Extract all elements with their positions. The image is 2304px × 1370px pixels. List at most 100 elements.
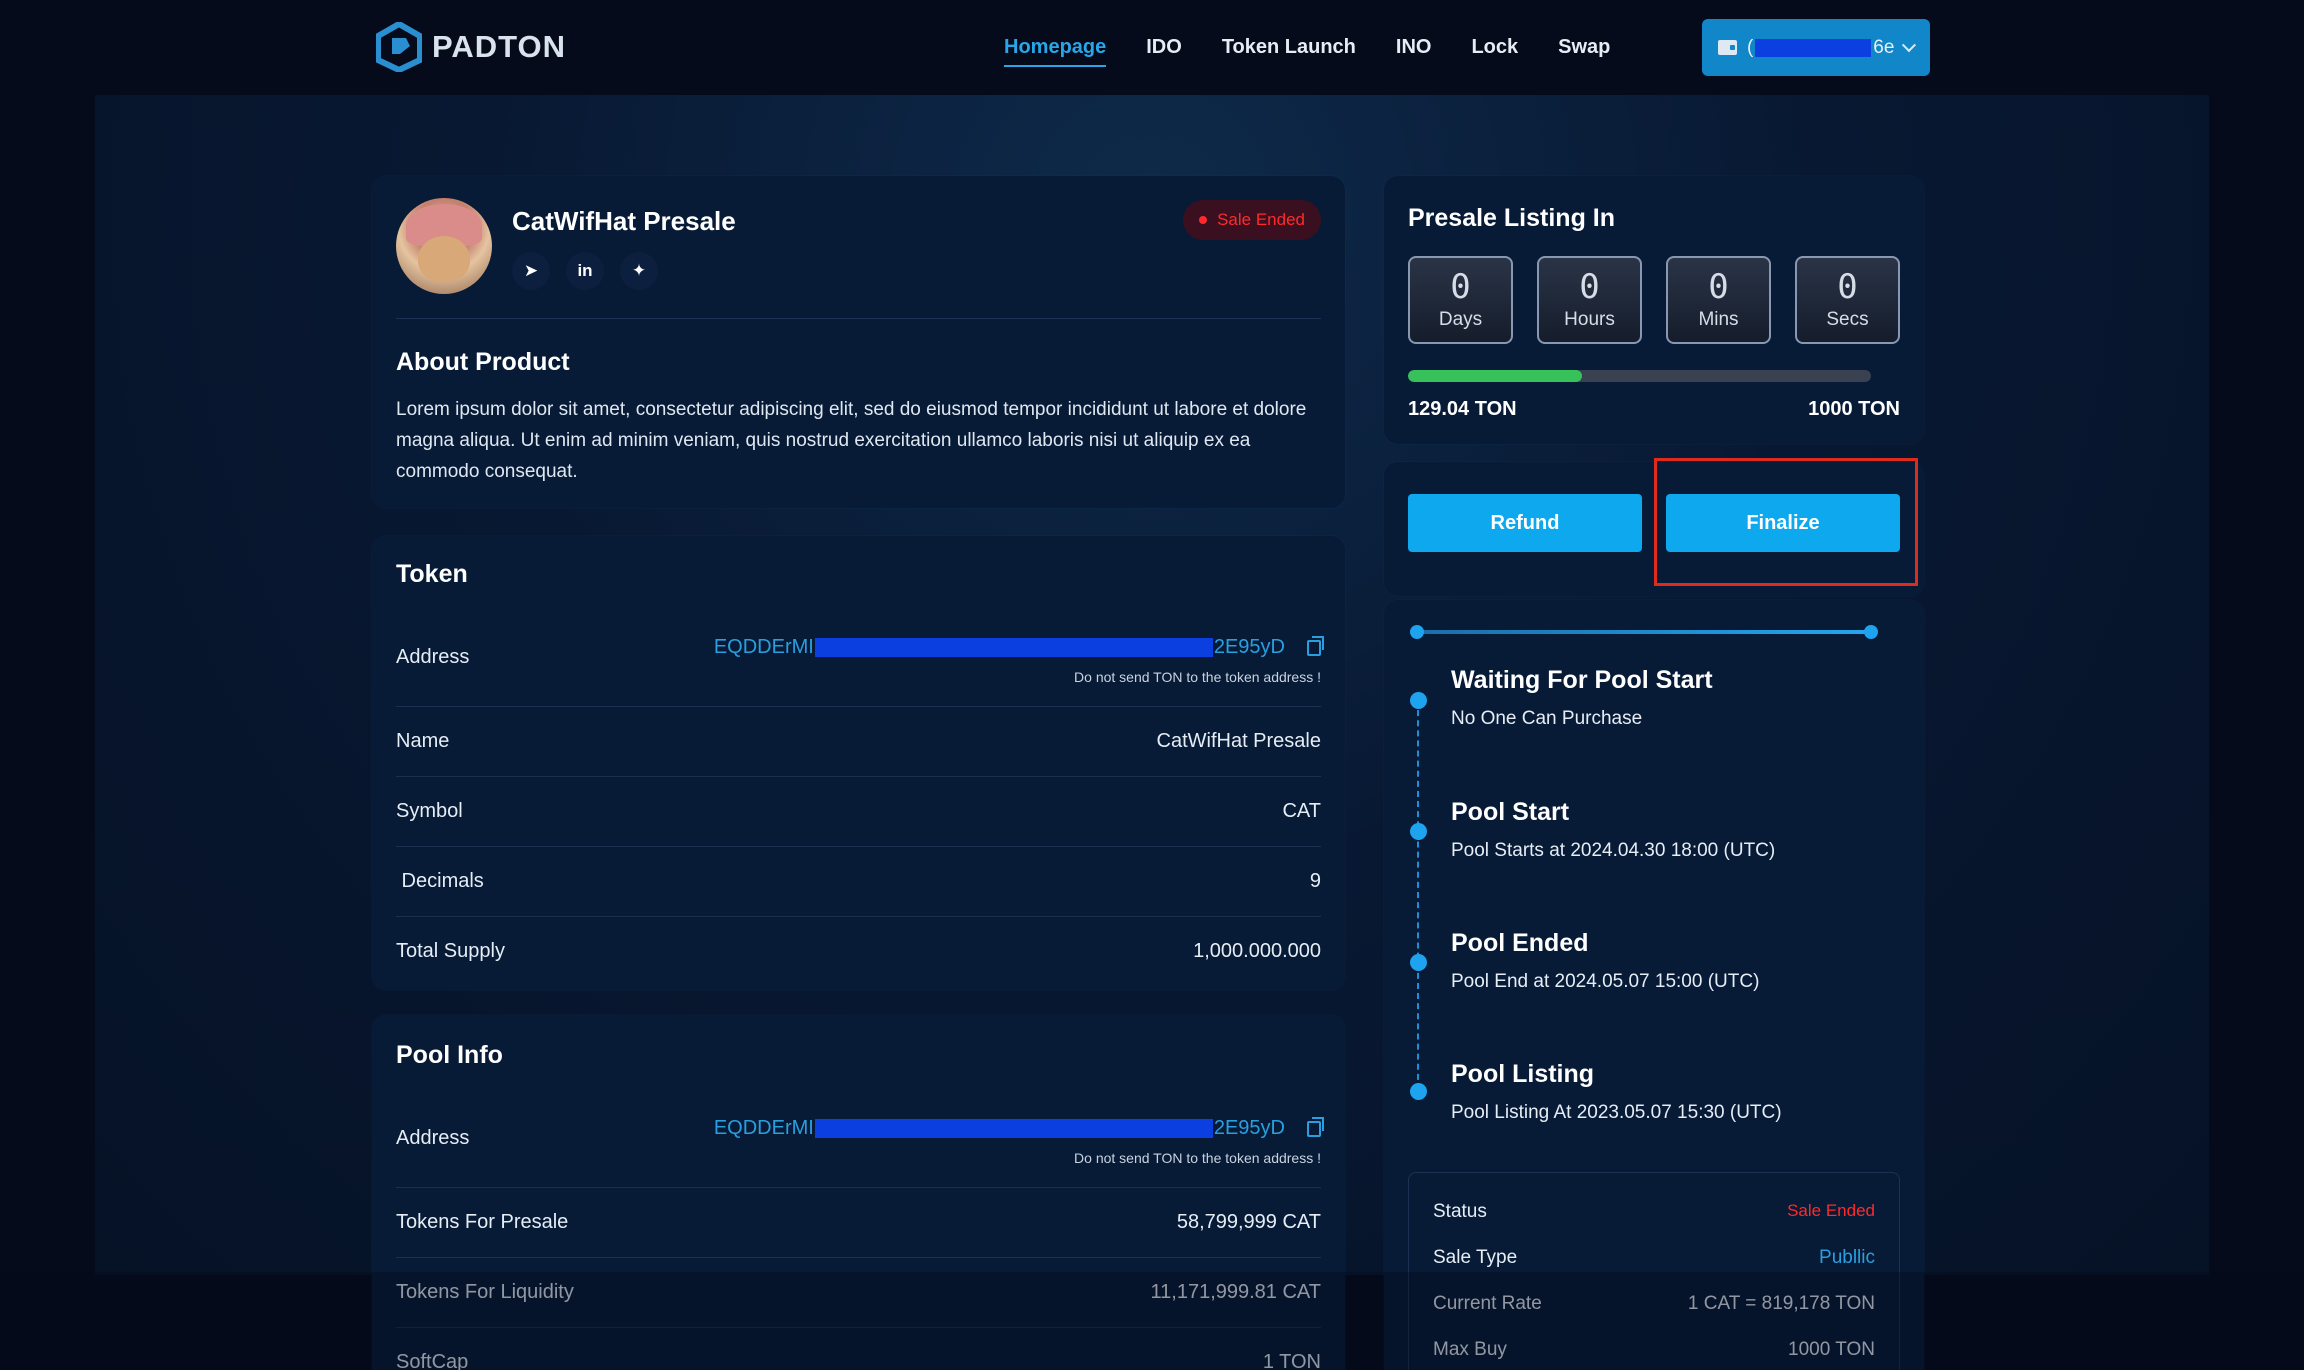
nav-swap[interactable]: Swap [1558, 36, 1610, 67]
telegram-icon[interactable]: ➤ [512, 252, 550, 290]
row-value: CatWifHat Presale [1156, 730, 1322, 752]
timeline-end-dot [1864, 625, 1878, 639]
wallet-address-suffix: 6e [1873, 36, 1895, 58]
about-text: Lorem ipsum dolor sit amet, consectetur … [396, 399, 1307, 482]
countdown-days: 0 Days [1408, 256, 1513, 344]
row-divider [396, 1257, 1321, 1258]
raise-progress-bar [1408, 370, 1871, 382]
linkedin-icon[interactable]: in [566, 252, 604, 290]
token-row-total-supply: Total Supply 1,000.000.000 [396, 940, 1321, 963]
timeline-step-title: Pool Start [1451, 798, 1570, 826]
row-label: SoftCap [396, 1351, 469, 1370]
row-label: Tokens For Presale [396, 1211, 569, 1233]
nav-ido[interactable]: IDO [1146, 36, 1182, 67]
token-row-name: Name CatWifHat Presale [396, 730, 1321, 753]
row-divider [396, 706, 1321, 707]
timeline-step-title: Pool Ended [1451, 929, 1589, 957]
timeline-step-sub: Pool Starts at 2024.04.30 18:00 (UTC) [1451, 840, 1776, 861]
redacted-block [814, 1119, 1213, 1138]
row-value: 1 TON [1262, 1351, 1321, 1370]
pool-address-note: Do not send TON to the token address ! [1074, 1150, 1321, 1166]
brand-name: PADTON [432, 29, 567, 64]
timeline-step-sub: Pool Listing At 2023.05.07 15:30 (UTC) [1451, 1102, 1782, 1123]
timeline-progress-track [1416, 630, 1870, 634]
countdown-secs: 0 Secs [1795, 256, 1900, 344]
token-row-decimals: Decimals 9 [396, 870, 1321, 893]
nav-ino[interactable]: INO [1396, 36, 1432, 67]
row-label: Total Supply [396, 940, 505, 962]
status-value: Publlic [1819, 1247, 1875, 1268]
wallet-address: ( 6e [1747, 37, 1894, 59]
pool-info-title: Pool Info [396, 1041, 503, 1069]
token-address-note: Do not send TON to the token address ! [1074, 669, 1321, 685]
listing-countdown-card: Presale Listing In 0 Days 0 Hours 0 Mins… [1384, 176, 1924, 444]
timeline-connector [1417, 700, 1419, 1090]
status-badge-label: Sale Ended [1217, 210, 1305, 229]
status-row: Status Sale Ended [1433, 1201, 1875, 1223]
countdown-value: 0 [1579, 267, 1600, 307]
raise-progress-fill [1408, 370, 1583, 382]
status-label: Status [1433, 1201, 1487, 1222]
raised-amount: 129.04 TON [1408, 398, 1517, 420]
sale-status-box: Status Sale Ended Sale Type Publlic Curr… [1408, 1172, 1900, 1370]
status-value: 1000 TON [1788, 1339, 1875, 1360]
refund-button[interactable]: Refund [1408, 494, 1642, 552]
finalize-highlight [1654, 458, 1918, 586]
timeline-step-sub: No One Can Purchase [1451, 708, 1643, 729]
row-divider [396, 846, 1321, 847]
timeline-node [1410, 823, 1427, 840]
social-links: ➤ in ✦ [512, 252, 658, 290]
countdown-value: 0 [1708, 267, 1729, 307]
sale-type-row: Sale Type Publlic [1433, 1247, 1875, 1269]
row-value: 9 [1309, 870, 1321, 892]
timeline-step-title: Waiting For Pool Start [1451, 666, 1713, 694]
pool-timeline-card: Waiting For Pool Start No One Can Purcha… [1384, 600, 1924, 1370]
wallet-icon [1718, 40, 1737, 55]
timeline-node [1410, 1083, 1427, 1100]
brand-logo[interactable]: PADTON [376, 22, 566, 72]
countdown-label: Mins [1698, 309, 1739, 330]
copy-icon[interactable] [1307, 635, 1324, 656]
nav-lock[interactable]: Lock [1471, 36, 1518, 67]
countdown: 0 Days 0 Hours 0 Mins 0 Secs [1408, 256, 1900, 344]
status-label: Current Rate [1433, 1293, 1542, 1314]
countdown-label: Days [1438, 309, 1483, 330]
row-value: CAT [1282, 800, 1321, 822]
current-rate-row: Current Rate 1 CAT = 819,178 TON [1433, 1293, 1875, 1315]
row-value: 58,799,999 CAT [1176, 1211, 1321, 1233]
row-value: 1,000.000.000 [1193, 940, 1321, 962]
goal-amount: 1000 TON [1808, 398, 1900, 420]
pool-address-suffix: 2E95yD [1213, 1117, 1285, 1139]
timeline-node [1410, 692, 1427, 709]
pool-address-block: EQDDErMI 2E95yD Do not send TON to the t… [714, 1116, 1324, 1166]
row-divider [396, 916, 1321, 917]
pool-info-card: Pool Info Address EQDDErMI 2E95yD Do not… [372, 1015, 1345, 1370]
token-card: Token Address EQDDErMI 2E95yD Do not sen… [372, 536, 1345, 990]
countdown-mins: 0 Mins [1666, 256, 1771, 344]
timeline-step-title: Pool Listing [1451, 1060, 1595, 1088]
twitter-icon[interactable]: ✦ [620, 252, 658, 290]
chevron-down-icon [1902, 38, 1917, 52]
pool-row-softcap: SoftCap 1 TON [396, 1351, 1321, 1370]
row-label: Decimals [396, 870, 484, 892]
divider [396, 318, 1321, 319]
row-label: Tokens For Liquidity [396, 1281, 574, 1303]
project-card: CatWifHat Presale ➤ in ✦ Sale Ended Abou… [372, 176, 1345, 508]
timeline-start-dot [1410, 625, 1424, 639]
copy-icon[interactable] [1307, 1116, 1324, 1137]
pool-row-liquidity: Tokens For Liquidity 11,171,999.81 CAT [396, 1281, 1321, 1304]
redacted-block [814, 638, 1213, 657]
countdown-label: Hours [1564, 309, 1615, 330]
nav-homepage[interactable]: Homepage [1004, 36, 1107, 67]
about-title: About Product [396, 348, 570, 376]
listing-title: Presale Listing In [1408, 204, 1616, 232]
wallet-address-prefix: ( [1746, 36, 1754, 58]
nav-token-launch[interactable]: Token Launch [1222, 36, 1356, 67]
wallet-button[interactable]: ( 6e [1702, 19, 1930, 76]
countdown-value: 0 [1837, 267, 1858, 307]
countdown-value: 0 [1450, 267, 1471, 307]
countdown-hours: 0 Hours [1537, 256, 1642, 344]
row-label: Name [396, 730, 450, 752]
status-badge: Sale Ended [1183, 200, 1321, 240]
row-value: 11,171,999.81 CAT [1150, 1281, 1322, 1303]
